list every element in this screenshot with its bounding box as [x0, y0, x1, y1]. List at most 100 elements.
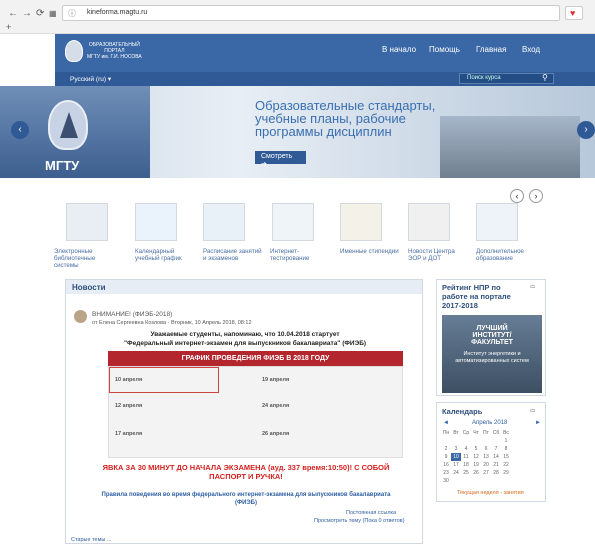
language-selector[interactable]: Русский (ru) ▾ [70, 75, 111, 83]
search-icon[interactable]: ⚲ [542, 73, 548, 82]
calendar-day [461, 437, 471, 445]
calendar-footer[interactable]: Текущая неделя - занятия [457, 490, 524, 496]
calendar-day[interactable]: 13 [481, 453, 491, 461]
calendar-day[interactable]: 19 [471, 461, 481, 469]
forward-arrow-icon[interactable]: → [22, 8, 32, 19]
calendar-day[interactable]: 28 [491, 469, 501, 477]
shortcut-news-center[interactable]: Новости Центра ЭОР и ДОТ [408, 203, 455, 262]
calendar-day[interactable]: 25 [461, 469, 471, 477]
rating-panel: Рейтинг НПР по работе на портале 2017-20… [436, 279, 546, 396]
calendar-day[interactable]: 23 [441, 469, 451, 477]
shortcut-label: Именные стипендии [340, 248, 399, 255]
mountain-shape [60, 112, 78, 138]
slider-prev-button[interactable]: ‹ [11, 121, 29, 139]
calendar-day[interactable]: 17 [451, 461, 461, 469]
calendar-day-today[interactable]: 10 [451, 453, 461, 461]
avatar[interactable] [74, 310, 87, 323]
permalink-link[interactable]: Постоянная ссылка [346, 510, 396, 516]
hero-slider: МГТУ Образовательные стандарты, учебные … [0, 86, 595, 178]
calendar-day[interactable]: 6 [481, 445, 491, 453]
calendar-day[interactable]: 27 [481, 469, 491, 477]
back-arrow-icon[interactable]: ← [8, 8, 18, 19]
calendar-day[interactable]: 11 [461, 453, 471, 461]
shortcuts-prev-button[interactable]: ‹ [510, 189, 524, 203]
calendar-day [471, 477, 481, 485]
slider-logo-caption: МГТУ [45, 158, 80, 173]
calendar-grid: Пн Вт Ср Чт Пт Сб Вс 1 2345678 9 10 11 12 13 14 15 1… [441, 429, 511, 485]
calendar-day[interactable]: 7 [491, 445, 501, 453]
site-logo-text[interactable]: ОБРАЗОВАТЕЛЬНЫЙ ПОРТАЛ МГТУ им. Г.И. НОС… [87, 42, 142, 60]
apps-icon[interactable]: ▦ [49, 9, 57, 18]
calendar-day[interactable]: 18 [461, 461, 471, 469]
slider-headline: Образовательные стандарты, учебные планы… [255, 98, 436, 139]
shortcut-additional-education[interactable]: Дополнительное образование [476, 203, 524, 262]
calendar-day[interactable]: 16 [441, 461, 451, 469]
menu-home[interactable]: В начало [382, 45, 416, 54]
calendar-day[interactable]: 8 [501, 445, 511, 453]
prev-month-icon[interactable]: ◄ [443, 420, 449, 426]
menu-login[interactable]: Вход [522, 45, 540, 54]
new-tab-icon[interactable]: + [6, 22, 11, 32]
calendar-panel: Календарь ▭ ◄ Апрель 2018 ► Пн Вт Ср Чт Пт Сб… [436, 402, 546, 502]
calendar-month[interactable]: Апрель 2018 [472, 420, 507, 426]
calendar-day[interactable]: 26 [471, 469, 481, 477]
collapse-icon[interactable]: ▭ [530, 408, 535, 414]
calendar-day[interactable]: 14 [491, 453, 501, 461]
calendar-day[interactable]: 24 [451, 469, 461, 477]
shortcut-calendar[interactable]: Календарный учебный график [135, 203, 182, 262]
calendar-day[interactable]: 9 [441, 453, 451, 461]
calendar-day[interactable]: 5 [471, 445, 481, 453]
bookmark-button[interactable]: ♥ [565, 6, 583, 20]
slider-next-button[interactable]: › [577, 121, 595, 139]
best-line: ИНСТИТУТ/ [472, 332, 512, 339]
older-topics-link[interactable]: Старые темы ... [71, 537, 111, 543]
schedule-banner: ГРАФИК ПРОВЕДЕНИЯ ФИЭБ В 2018 ГОДУ [108, 351, 403, 366]
calendar-day[interactable]: 30 [441, 477, 451, 485]
calendar-day[interactable]: 12 [471, 453, 481, 461]
calendar-day [491, 437, 501, 445]
slider-view-button[interactable]: Смотреть ➔ [255, 151, 306, 168]
rules-link[interactable]: Правила поведения во время федерального … [96, 491, 396, 507]
shortcut-label: Интернет-тестирование [270, 248, 310, 262]
site-info-icon[interactable]: ⓘ [68, 8, 76, 19]
calendar-day[interactable]: 3 [451, 445, 461, 453]
shortcut-label: Расписание занятий и экзаменов [203, 248, 262, 262]
shortcut-testing[interactable]: Интернет-тестирование [270, 203, 314, 262]
shortcut-schedule[interactable]: Расписание занятий и экзаменов [203, 203, 262, 262]
university-emblem-icon [48, 100, 88, 150]
best-institute-banner[interactable]: ЛУЧШИЙ ИНСТИТУТ/ ФАКУЛЬТЕТ Институт энер… [442, 315, 542, 393]
subheader-bar: Русский (ru) ▾ Поиск курса ⚲ [55, 72, 595, 86]
calendar-day [501, 477, 511, 485]
calendar-day[interactable]: 22 [501, 461, 511, 469]
schedule-date: 26 апреля [262, 431, 290, 437]
shortcut-scholarships[interactable]: Именные стипендии [340, 203, 399, 255]
calendar-day[interactable]: 2 [441, 445, 451, 453]
calendar-day[interactable]: 20 [481, 461, 491, 469]
calendar-day[interactable]: 1 [501, 437, 511, 445]
view-topic-link[interactable]: Просмотреть тему (Пока 0 ответов) [314, 518, 405, 524]
shortcut-library[interactable]: Электронные библиотечные системы [54, 203, 108, 269]
calendar-day[interactable]: 21 [491, 461, 501, 469]
menu-help[interactable]: Помощь [429, 45, 460, 54]
address-bar[interactable]: ⓘ kineforma.magtu.ru [62, 5, 560, 21]
calendar-day [491, 477, 501, 485]
collapse-icon[interactable]: ▭ [530, 284, 535, 290]
weekday: Вт [453, 430, 459, 436]
site-header: ОБРАЗОВАТЕЛЬНЫЙ ПОРТАЛ МГТУ им. Г.И. НОС… [55, 34, 595, 72]
news-icon [408, 203, 450, 241]
browser-toolbar: ← → ⟳ ▦ + ⓘ kineforma.magtu.ru ♥ [0, 0, 595, 34]
rating-title: Рейтинг НПР по работе на портале 2017-20… [442, 283, 511, 310]
reload-icon[interactable]: ⟳ [36, 8, 44, 19]
schedule-date: 12 апреля [115, 403, 143, 409]
calendar-day[interactable]: 29 [501, 469, 511, 477]
next-month-icon[interactable]: ► [535, 420, 541, 426]
shortcuts-next-button[interactable]: › [529, 189, 543, 203]
university-emblem-icon[interactable] [65, 40, 83, 62]
weekday: Пт [483, 430, 489, 436]
calendar-day[interactable]: 4 [461, 445, 471, 453]
arrow-right-icon: ➔ [261, 161, 267, 168]
course-search-input[interactable]: Поиск курса ⚲ [459, 73, 554, 84]
calendar-day [471, 437, 481, 445]
calendar-day[interactable]: 15 [501, 453, 511, 461]
menu-main[interactable]: Главная [476, 45, 506, 54]
